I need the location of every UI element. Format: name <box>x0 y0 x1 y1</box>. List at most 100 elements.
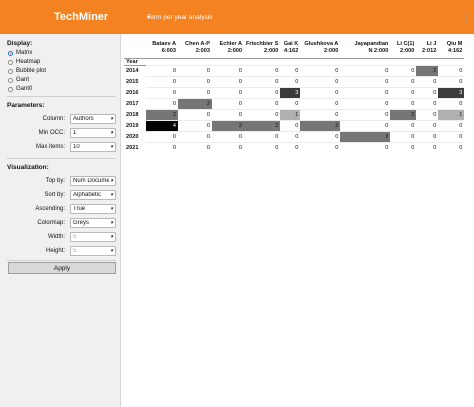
matrix-cell: 0 <box>178 64 212 76</box>
top-bar: TechMiner Term per year analysis ▾ <box>0 0 474 34</box>
max-items-label: Max items: <box>35 144 65 150</box>
radio-icon[interactable] <box>8 50 13 56</box>
matrix-cell: 0 <box>212 86 244 98</box>
matrix-cell: 3 <box>280 86 301 98</box>
matrix-cell: 0 <box>146 141 178 153</box>
matrix-cell: 0 <box>280 119 301 131</box>
column-header: Gai K 4:162 <box>280 39 301 59</box>
width-select[interactable]: 5 ▾ <box>70 232 116 242</box>
matrix-cell: 0 <box>280 130 301 142</box>
sort-by-select[interactable]: Alphabetic ▾ <box>70 190 116 200</box>
matrix-cell: 0 <box>390 86 417 98</box>
matrix-cell: 0 <box>244 75 281 87</box>
min-occ-select[interactable]: 1 ▾ <box>70 128 116 138</box>
chevron-down-icon: ▾ <box>110 130 113 136</box>
corner-cell <box>124 39 146 59</box>
matrix-cell: 0 <box>280 97 301 109</box>
matrix-cell: 2 <box>212 119 244 131</box>
colormap-select[interactable]: Greys ▾ <box>70 218 116 228</box>
height-label: Height: <box>45 248 65 254</box>
matrix-cell: 0 <box>438 75 465 87</box>
apply-button[interactable]: Apply <box>8 262 116 274</box>
matrix-cell: 0 <box>300 86 341 98</box>
top-by-value: Num Documents <box>73 178 109 184</box>
matrix-cell: 0 <box>438 130 465 142</box>
max-items-select[interactable]: 10 ▾ <box>70 142 116 152</box>
radio-icon[interactable] <box>8 68 13 74</box>
matrix-cell: 0 <box>438 141 465 153</box>
matrix-cell: 0 <box>146 97 178 109</box>
matrix-cell: 2 <box>416 64 439 76</box>
matrix-cell: 2 <box>178 97 212 109</box>
matrix-cell: 0 <box>212 64 244 76</box>
matrix-cell: 2 <box>146 108 178 120</box>
matrix-cell: 3 <box>438 86 465 98</box>
radio-icon[interactable] <box>8 86 13 92</box>
radio-icon[interactable] <box>8 77 13 83</box>
table-row: 2017 0 2 0 0 0 0 0 0 0 0 <box>124 97 465 109</box>
column-select[interactable]: Authors ▾ <box>70 114 116 124</box>
matrix-cell: 0 <box>212 108 244 120</box>
radio-icon[interactable] <box>8 59 13 65</box>
ascending-select[interactable]: True ▾ <box>70 204 116 214</box>
matrix-cell: 0 <box>390 97 417 109</box>
matrix-cell: 0 <box>178 86 212 98</box>
matrix-cell: 0 <box>416 130 439 142</box>
table-row: 2018 2 0 0 0 1 0 0 2 0 1 <box>124 108 465 120</box>
column-header: Bataev A 6:003 <box>146 39 178 59</box>
matrix-cell: 0 <box>438 64 465 76</box>
matrix-cell: 0 <box>300 64 341 76</box>
matrix-cell: 0 <box>300 141 341 153</box>
matrix-cell: 0 <box>390 75 417 87</box>
chevron-down-icon: ▾ <box>110 178 113 184</box>
display-option-heatmap[interactable]: Heatmap <box>8 59 40 65</box>
height-value: 5 <box>73 248 77 254</box>
analysis-selector[interactable]: Term per year analysis ▾ <box>141 11 467 24</box>
matrix-cell: 0 <box>390 130 417 142</box>
term-year-matrix: Bataev A 6:003 Chen A-P 2:003 Echler A 2:000 F… <box>122 34 474 407</box>
height-select[interactable]: 5 ▾ <box>70 246 116 256</box>
display-option-matrix[interactable]: Matrix <box>8 50 32 56</box>
top-by-label: Top by: <box>45 178 65 184</box>
column-header: Frischbier S 2:000 <box>244 39 281 59</box>
table-row: 2015 0 0 0 0 0 0 0 0 0 0 <box>124 75 465 87</box>
display-option-gant[interactable]: Gant <box>8 77 29 83</box>
column-header: Glushkova A 2:000 <box>300 39 341 59</box>
matrix-cell: 0 <box>244 97 281 109</box>
matrix-cell: 0 <box>244 64 281 76</box>
matrix-cell: 0 <box>300 108 341 120</box>
chevron-down-icon: ▾ <box>147 15 151 21</box>
matrix-cell: 0 <box>340 75 391 87</box>
row-year-label: 2015 <box>126 78 139 85</box>
display-option-bubble-plot[interactable]: Bubble plot <box>8 68 46 74</box>
matrix-cell: 0 <box>300 130 341 142</box>
matrix-cell: 0 <box>212 141 244 153</box>
app-brand: TechMiner <box>54 11 109 23</box>
display-option-gant0[interactable]: Gant0 <box>8 86 32 92</box>
table-row: 2019 4 0 2 2 0 2 0 0 0 0 <box>124 119 465 131</box>
chevron-down-icon: ▾ <box>110 116 113 122</box>
min-occ-value: 1 <box>73 130 77 136</box>
matrix-cell: 0 <box>280 64 301 76</box>
display-option-label: Heatmap <box>16 59 41 65</box>
column-select-value: Authors <box>73 116 94 122</box>
matrix-cell: 0 <box>416 75 439 87</box>
column-header: Echler A 2:000 <box>212 39 244 59</box>
chevron-down-icon: ▾ <box>110 220 113 226</box>
column-header: Li C(1) 2:000 <box>390 39 417 59</box>
row-year-label: 2017 <box>126 100 139 107</box>
matrix-cell: 0 <box>438 97 465 109</box>
matrix-cell: 0 <box>244 86 281 98</box>
matrix-cell: 0 <box>178 119 212 131</box>
matrix-cell: 0 <box>390 64 417 76</box>
min-occ-label: Min OCC: <box>38 130 65 136</box>
ascending-value: True <box>73 206 86 212</box>
matrix-cell: 0 <box>340 97 391 109</box>
width-value: 5 <box>73 234 77 240</box>
chevron-down-icon: ▾ <box>110 248 113 254</box>
top-by-select[interactable]: Num Documents▾ <box>70 176 116 186</box>
matrix-cell: 0 <box>212 130 244 142</box>
matrix-cell: 0 <box>340 86 391 98</box>
matrix-cell: 0 <box>212 97 244 109</box>
chevron-down-icon: ▾ <box>110 234 113 240</box>
